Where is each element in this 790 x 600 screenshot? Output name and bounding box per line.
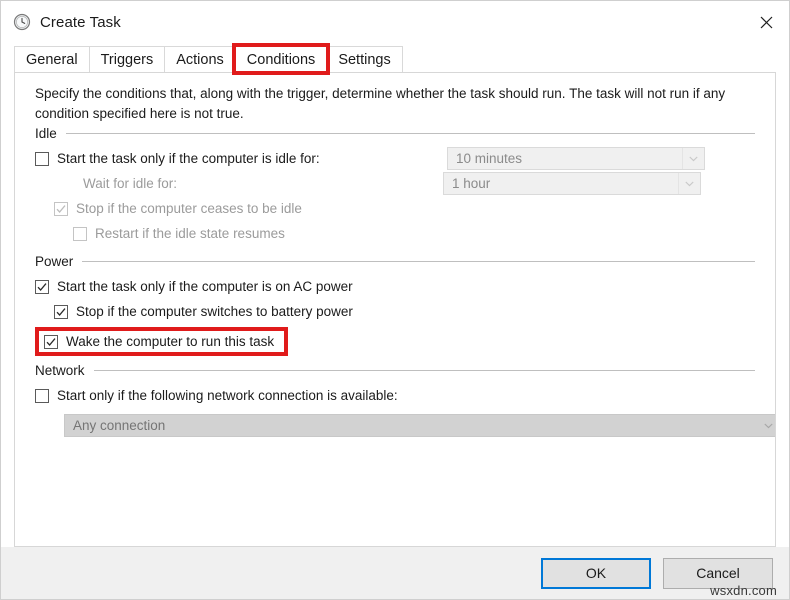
label-stop-if-battery: Stop if the computer switches to battery… (76, 304, 353, 319)
combo-network-connection-value: Any connection (65, 418, 755, 433)
row-start-if-idle: Start the task only if the computer is i… (35, 146, 759, 171)
row-wait-for-idle: Wait for idle for: 1 hour (83, 171, 759, 196)
label-wake-computer: Wake the computer to run this task (66, 334, 274, 349)
cancel-button-label: Cancel (696, 565, 740, 581)
tab-general-label: General (26, 52, 78, 68)
tab-actions[interactable]: Actions (164, 46, 236, 72)
label-wait-for-idle: Wait for idle for: (83, 176, 177, 191)
group-rule (66, 133, 755, 134)
row-wake-computer: Wake the computer to run this task (31, 327, 759, 356)
chevron-down-icon (755, 415, 776, 436)
label-stop-if-ceases-idle: Stop if the computer ceases to be idle (76, 201, 302, 216)
create-task-dialog: Create Task General Triggers Actions Con… (0, 0, 790, 600)
panel-description: Specify the conditions that, along with … (35, 84, 759, 124)
group-label-power: Power (35, 254, 73, 269)
group-rule (82, 261, 755, 262)
checkbox-stop-if-ceases-idle[interactable] (54, 202, 68, 216)
row-stop-if-ceases-idle: Stop if the computer ceases to be idle (54, 196, 759, 221)
tab-settings[interactable]: Settings (326, 46, 402, 72)
tab-conditions[interactable]: Conditions (235, 46, 328, 72)
group-header-network: Network (35, 363, 759, 378)
label-start-if-idle: Start the task only if the computer is i… (57, 151, 320, 166)
tab-strip: General Triggers Actions Conditions Sett… (1, 43, 789, 72)
combo-wait-duration[interactable]: 1 hour (443, 172, 701, 195)
tab-actions-label: Actions (176, 52, 224, 68)
chevron-down-icon (678, 173, 700, 194)
tab-triggers[interactable]: Triggers (89, 46, 166, 72)
label-restart-if-idle-resumes: Restart if the idle state resumes (95, 226, 285, 241)
tab-general[interactable]: General (14, 46, 90, 72)
tab-conditions-label: Conditions (247, 52, 316, 68)
label-start-if-ac-power: Start the task only if the computer is o… (57, 279, 353, 294)
checkbox-start-if-idle[interactable] (35, 152, 49, 166)
group-header-idle: Idle (35, 126, 759, 141)
checkbox-start-if-network[interactable] (35, 389, 49, 403)
clock-icon (13, 13, 31, 31)
checkbox-restart-if-idle-resumes[interactable] (73, 227, 87, 241)
ok-button[interactable]: OK (541, 558, 651, 589)
combo-network-connection[interactable]: Any connection (64, 414, 776, 437)
checkbox-stop-if-battery[interactable] (54, 305, 68, 319)
window-title: Create Task (40, 14, 121, 31)
group-label-idle: Idle (35, 126, 57, 141)
group-rule (94, 370, 755, 371)
highlight-box-wake-computer: Wake the computer to run this task (35, 327, 288, 356)
row-start-if-ac-power: Start the task only if the computer is o… (35, 274, 759, 299)
tab-settings-label: Settings (338, 52, 390, 68)
group-header-power: Power (35, 254, 759, 269)
close-icon[interactable] (743, 1, 789, 43)
checkbox-wake-computer[interactable] (44, 335, 58, 349)
conditions-panel: Specify the conditions that, along with … (14, 72, 776, 547)
combo-wait-duration-value: 1 hour (444, 176, 678, 191)
title-bar: Create Task (1, 1, 789, 43)
combo-idle-duration[interactable]: 10 minutes (447, 147, 705, 170)
row-stop-if-battery: Stop if the computer switches to battery… (54, 299, 759, 324)
label-start-if-network: Start only if the following network conn… (57, 388, 398, 403)
ok-button-label: OK (586, 565, 606, 581)
checkbox-start-if-ac-power[interactable] (35, 280, 49, 294)
row-start-if-network: Start only if the following network conn… (35, 383, 759, 408)
row-restart-if-idle-resumes: Restart if the idle state resumes (73, 221, 759, 246)
group-label-network: Network (35, 363, 85, 378)
tab-triggers-label: Triggers (101, 52, 154, 68)
dialog-footer: OK Cancel wsxdn.com (1, 547, 789, 599)
chevron-down-icon (682, 148, 704, 169)
watermark: wsxdn.com (710, 583, 777, 598)
combo-idle-duration-value: 10 minutes (448, 151, 682, 166)
